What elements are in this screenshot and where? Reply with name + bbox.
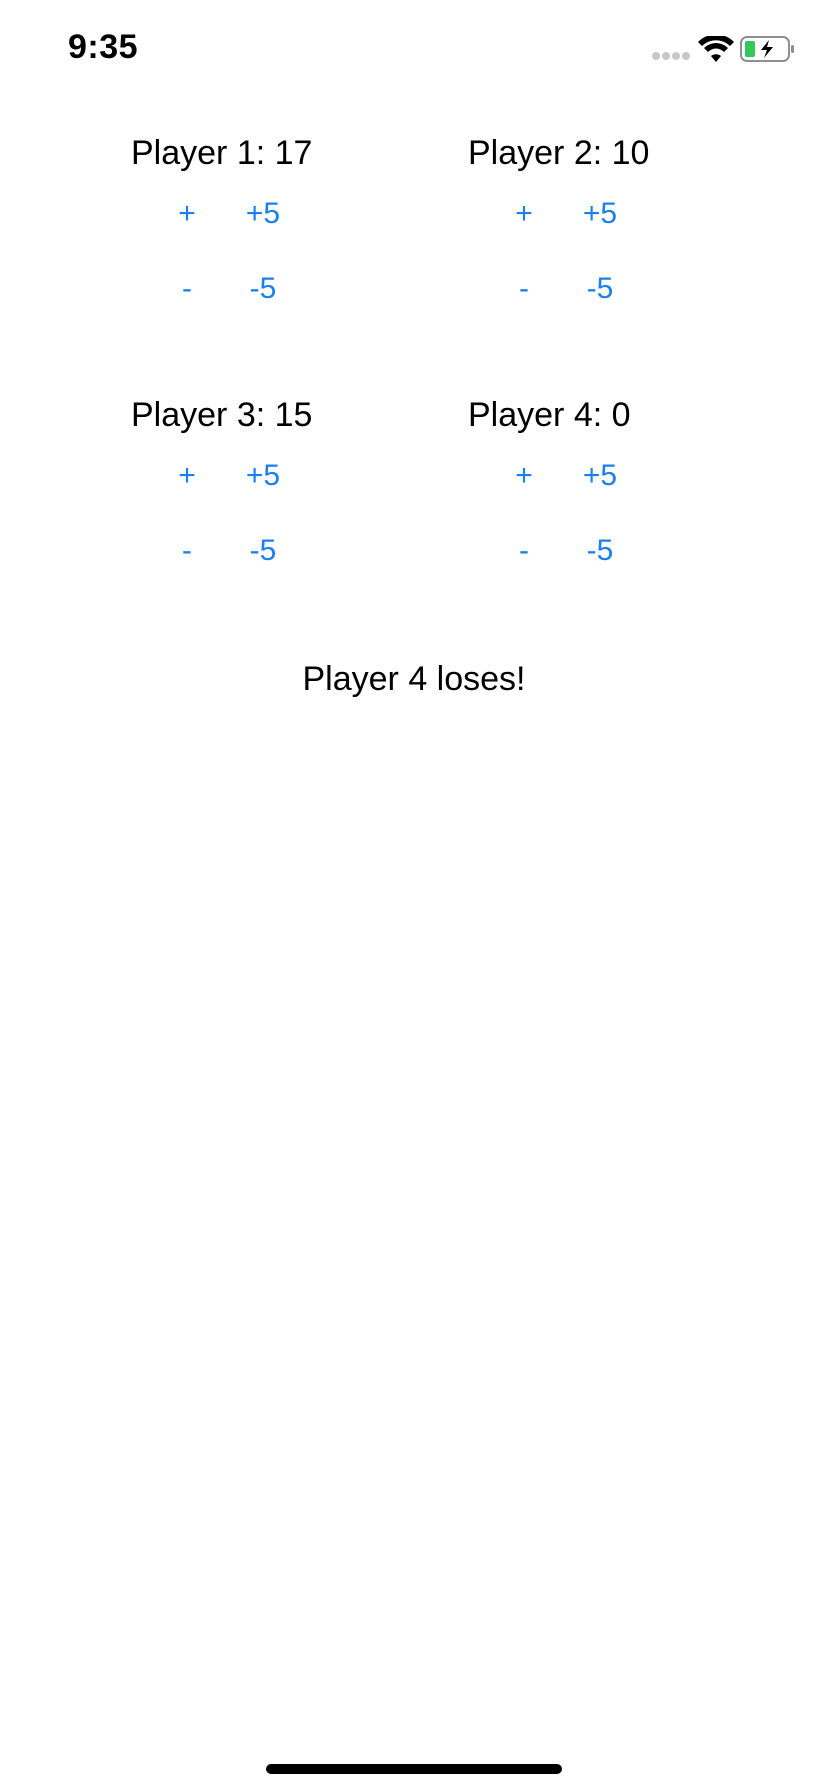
player-4-plus-button[interactable]: + (494, 456, 554, 496)
player-1-minus5-button[interactable]: -5 (233, 269, 293, 309)
result-message: Player 4 loses! (302, 660, 526, 698)
player-2-panel: Player 2: 10 + +5 - -5 (468, 134, 728, 374)
player-3-panel: Player 3: 15 + +5 - -5 (131, 396, 391, 636)
player-1-score: Player 1: 17 (131, 134, 313, 172)
wifi-icon (698, 36, 734, 62)
signal-dots-icon (652, 52, 692, 62)
player-4-score: Player 4: 0 (468, 396, 631, 434)
player-1-plus-button[interactable]: + (157, 194, 217, 234)
home-indicator[interactable] (266, 1764, 562, 1774)
player-1-minus-button[interactable]: - (157, 269, 217, 309)
player-3-plus5-button[interactable]: +5 (233, 456, 293, 496)
player-2-score: Player 2: 10 (468, 134, 650, 172)
player-2-plus5-button[interactable]: +5 (570, 194, 630, 234)
player-2-minus5-button[interactable]: -5 (570, 269, 630, 309)
player-2-plus-button[interactable]: + (494, 194, 554, 234)
player-3-plus-button[interactable]: + (157, 456, 217, 496)
player-4-panel: Player 4: 0 + +5 - -5 (468, 396, 728, 636)
status-time: 9:35 (68, 28, 139, 66)
player-4-minus-button[interactable]: - (494, 531, 554, 571)
player-4-minus5-button[interactable]: -5 (570, 531, 630, 571)
player-1-panel: Player 1: 17 + +5 - -5 (131, 134, 391, 374)
player-3-minus-button[interactable]: - (157, 531, 217, 571)
player-4-plus5-button[interactable]: +5 (570, 456, 630, 496)
status-bar: 9:35 (0, 0, 828, 100)
player-2-minus-button[interactable]: - (494, 269, 554, 309)
player-3-score: Player 3: 15 (131, 396, 313, 434)
player-1-plus5-button[interactable]: +5 (233, 194, 293, 234)
player-3-minus5-button[interactable]: -5 (233, 531, 293, 571)
battery-charging-icon (740, 36, 794, 62)
